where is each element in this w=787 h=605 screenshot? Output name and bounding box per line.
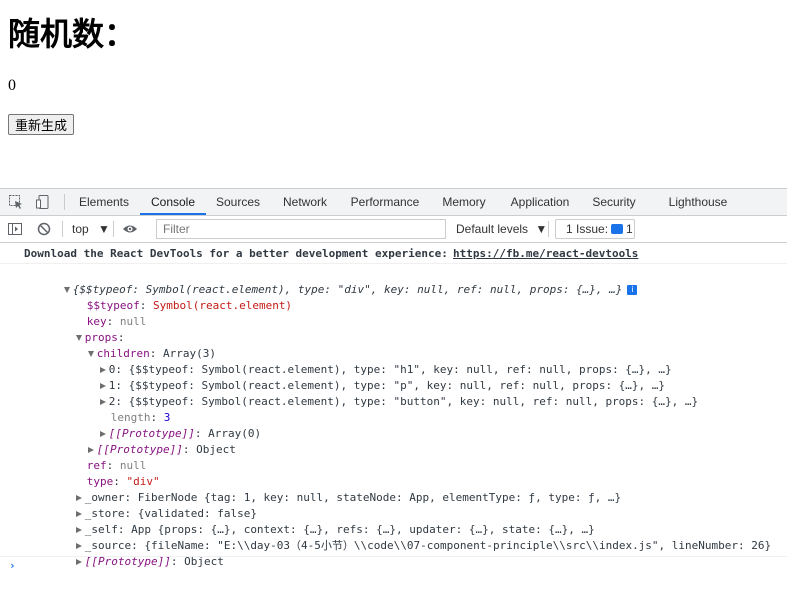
child-row[interactable]: 1: {$$typeof: Symbol(react.element), typ… xyxy=(60,362,665,392)
prop-row-expandable[interactable]: children: Array(3) xyxy=(48,330,216,360)
devtools-link[interactable]: https://fb.me/react-devtools xyxy=(453,246,638,262)
child-entry: 2: {$$typeof: Symbol(react.element), typ… xyxy=(108,395,699,408)
page-area: 随机数： 0 重新生成 xyxy=(0,0,787,188)
tab-sources[interactable]: Sources xyxy=(210,189,266,215)
prop-row: type: "div" xyxy=(86,475,160,488)
tab-security[interactable]: Security xyxy=(586,189,642,215)
clear-console-icon[interactable] xyxy=(36,221,52,237)
page-heading: 随机数： xyxy=(8,15,137,53)
prop-row: length: 3 xyxy=(110,411,171,424)
prop-row-expandable[interactable]: _store: {validated: false} xyxy=(36,490,257,520)
eye-icon[interactable] xyxy=(122,221,138,237)
tab-console[interactable]: Console xyxy=(140,189,206,215)
issues-count: 1 xyxy=(626,222,633,236)
prop-row-expandable[interactable]: _owner: FiberNode {tag: 1, key: null, st… xyxy=(36,474,621,504)
console-output: Download the React DevTools for a better… xyxy=(0,243,787,579)
prop-row: ref: null xyxy=(86,459,147,472)
prop-row-expandable[interactable]: [[Prototype]]: Object xyxy=(48,426,236,456)
context-label: top xyxy=(72,222,89,236)
prop-row-expandable[interactable]: _source: {fileName: "E:\\day-03（4-5小节）\\… xyxy=(36,522,771,552)
prompt-chevron-icon: › xyxy=(9,559,16,572)
toolbar-divider xyxy=(548,221,549,237)
child-row[interactable]: 0: {$$typeof: Symbol(react.element), typ… xyxy=(60,346,672,376)
prop-row-expandable[interactable]: [[Prototype]]: Object xyxy=(36,538,224,568)
log-levels-label: Default levels xyxy=(456,222,529,236)
prop-value: Object xyxy=(196,443,236,456)
filter-input[interactable]: Filter xyxy=(156,219,446,239)
toolbar-divider xyxy=(113,221,114,237)
prop-row: $$typeof: Symbol(react.element) xyxy=(86,299,293,312)
prop-value: Symbol(react.element) xyxy=(152,299,293,312)
prop-row-expandable[interactable]: props: xyxy=(36,314,125,344)
prop-row-expandable[interactable]: _self: App {props: {…}, context: {…}, re… xyxy=(36,506,595,536)
prop-row: key: null xyxy=(86,315,147,328)
inspect-element-icon[interactable] xyxy=(8,194,24,210)
device-toolbar-icon[interactable] xyxy=(35,194,51,210)
tab-application[interactable]: Application xyxy=(502,189,578,215)
tab-lighthouse[interactable]: Lighthouse xyxy=(660,189,736,215)
regenerate-button[interactable]: 重新生成 xyxy=(8,114,75,135)
tab-performance[interactable]: Performance xyxy=(344,189,426,215)
info-icon[interactable]: i xyxy=(627,285,638,295)
issues-label: 1 Issue: xyxy=(566,222,609,236)
devtools-panel: Elements Console Sources Network Perform… xyxy=(0,188,787,579)
issue-message-icon xyxy=(611,224,623,234)
toolbar-divider xyxy=(62,221,63,237)
message-text: Download the React DevTools for a better… xyxy=(24,247,455,260)
issues-button[interactable]: 1 Issue: 1 xyxy=(555,219,635,239)
tab-elements[interactable]: Elements xyxy=(72,189,136,215)
console-toolbar: top ▼ Filter Default levels ▼ 1 Issue: 1 xyxy=(0,216,787,243)
log-levels-dropdown[interactable]: Default levels ▼ xyxy=(456,221,547,237)
console-prompt-row[interactable]: › xyxy=(0,556,787,575)
tab-network[interactable]: Network xyxy=(274,189,336,215)
child-row[interactable]: 2: {$$typeof: Symbol(react.element), typ… xyxy=(60,378,698,408)
context-selector[interactable]: top ▼ xyxy=(72,221,110,237)
tab-memory[interactable]: Memory xyxy=(434,189,494,215)
object-summary-row[interactable]: {$$typeof: Symbol(react.element), type: … xyxy=(24,266,638,296)
tabbar-divider xyxy=(64,194,65,210)
prop-row-expandable[interactable]: [[Prototype]]: Array(0) xyxy=(60,410,261,440)
sidebar-toggle-icon[interactable] xyxy=(7,221,23,237)
console-message: Download the React DevTools for a better… xyxy=(0,245,787,264)
devtools-tabbar: Elements Console Sources Network Perform… xyxy=(0,189,787,216)
chevron-down-icon: ▼ xyxy=(535,222,548,236)
chevron-down-icon: ▼ xyxy=(98,222,110,236)
random-number: 0 xyxy=(8,77,16,94)
